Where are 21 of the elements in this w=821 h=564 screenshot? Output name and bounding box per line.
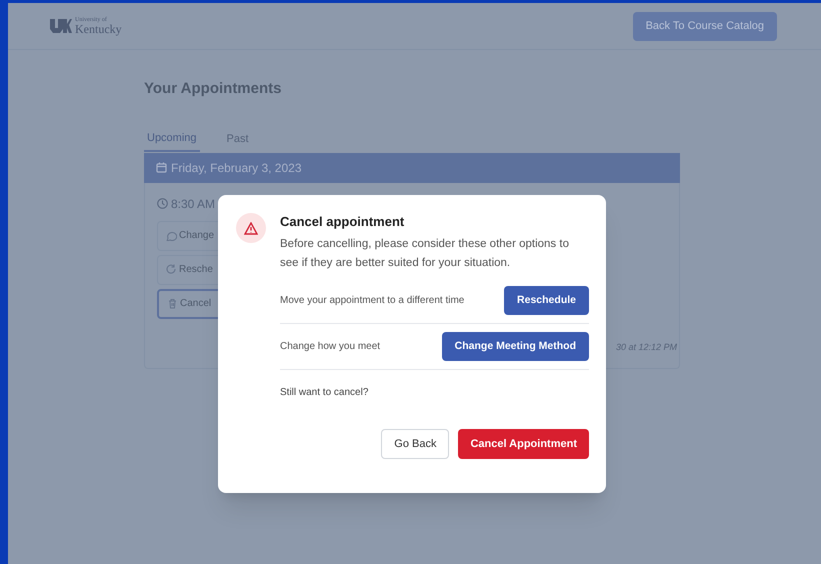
- option-button[interactable]: Reschedule: [504, 286, 589, 315]
- question-text: Still want to cancel?: [280, 386, 370, 400]
- dialog-title: Cancel appointment: [280, 213, 406, 231]
- refresh-icon: [166, 264, 177, 275]
- logo-icon: [50, 19, 72, 33]
- calendar-icon: [156, 162, 167, 173]
- logo-wordmark: Kentucky: [75, 23, 122, 35]
- clock-icon: [157, 198, 168, 209]
- option-button[interactable]: Change Meeting Method: [442, 332, 589, 361]
- cancel-appointment-button[interactable]: Cancel Appointment: [458, 429, 589, 459]
- tab[interactable]: Past: [224, 128, 252, 152]
- warning-icon: [236, 213, 266, 243]
- option-text: Change how you meet: [280, 340, 380, 354]
- page-title: Your Appointments: [144, 79, 282, 99]
- option-text: Move your appointment to a different time: [280, 294, 464, 308]
- date-text: Friday, February 3, 2023: [171, 160, 302, 176]
- trash-icon: [167, 298, 178, 309]
- dialog-message: Before cancelling, please consider these other options to see if they are better suited for your situation.: [280, 237, 570, 271]
- chat-icon: [166, 230, 177, 241]
- go-back-button[interactable]: Go Back: [381, 429, 450, 459]
- back-button[interactable]: Back To Course Catalog: [632, 12, 777, 40]
